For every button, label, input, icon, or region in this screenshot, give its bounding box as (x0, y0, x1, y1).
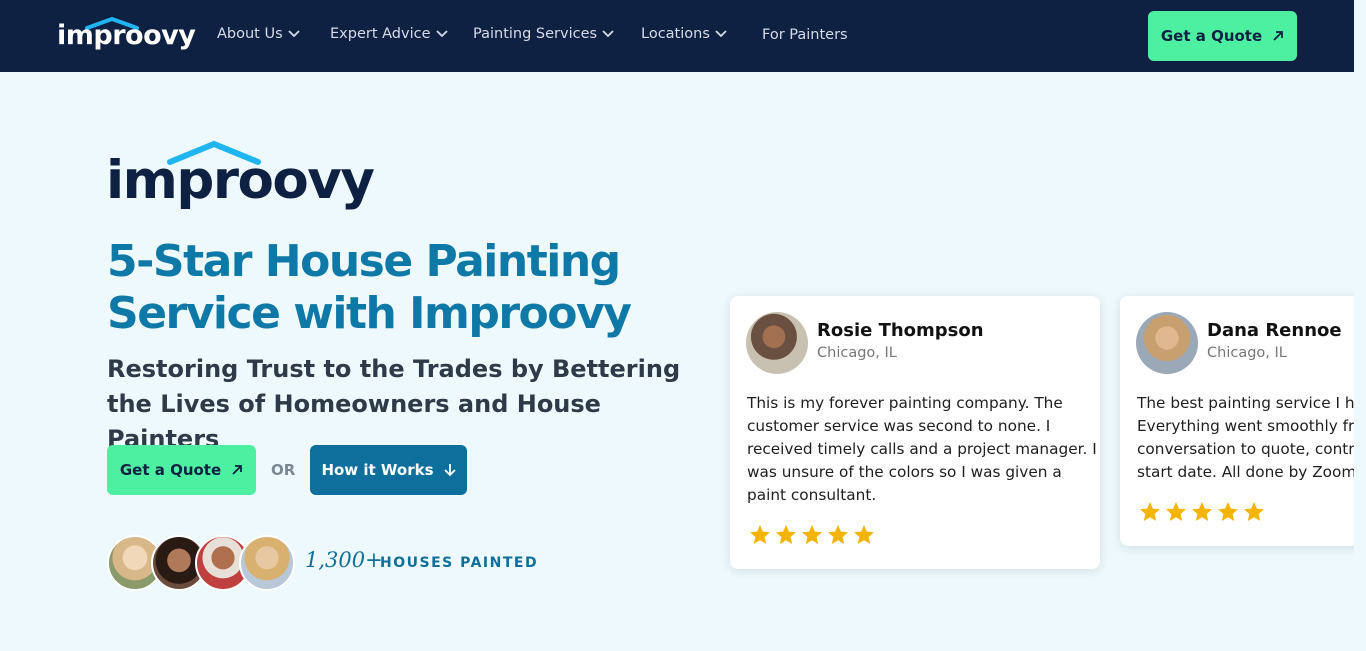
star-icon (1140, 502, 1160, 521)
nav-brand-text: improovy (57, 20, 196, 51)
star-icon (1218, 502, 1238, 521)
get-quote-label: Get a Quote (119, 461, 222, 479)
nav-item-label: Expert Advice (330, 26, 431, 42)
arrow-up-right-icon (1273, 31, 1284, 41)
houses-count: 1,300+ (305, 548, 383, 572)
nav-get-quote-label: Get a Quote (1160, 27, 1263, 45)
review-card: Rosie Thompson Chicago, IL This is my fo… (730, 296, 1100, 569)
scrollbar[interactable] (1354, 0, 1366, 651)
nav-item-about[interactable]: About Us (217, 26, 300, 42)
reviewer-photo (746, 312, 808, 374)
review-card: Dana Rennoe Chicago, IL The best paintin… (1120, 296, 1354, 546)
hero-subheadline: Restoring Trust to the Trades by Betteri… (107, 355, 681, 453)
or-separator: OR (271, 461, 296, 479)
star-icon (828, 525, 848, 544)
hero-brand-text: improovy (106, 150, 375, 211)
how-it-works-label: How it Works (321, 461, 434, 479)
star-icon (802, 525, 822, 544)
star-rating (1137, 500, 1267, 524)
how-it-works-button[interactable]: How it Works (310, 445, 467, 495)
chevron-down-icon (602, 30, 614, 38)
star-icon (1192, 502, 1212, 521)
arrow-down-icon (443, 464, 456, 477)
nav-logo[interactable]: improovy (57, 14, 196, 58)
nav-item-for-painters[interactable]: For Painters (762, 27, 848, 43)
star-icon (776, 525, 796, 544)
reviewer-name: Rosie Thompson (817, 320, 984, 341)
nav-item-painting-services[interactable]: Painting Services (473, 26, 614, 42)
nav-item-expert-advice[interactable]: Expert Advice (330, 26, 448, 42)
nav-item-label: Painting Services (473, 26, 598, 42)
star-icon (750, 525, 770, 544)
star-icon (1166, 502, 1186, 521)
chevron-down-icon (288, 30, 300, 38)
star-rating (747, 523, 877, 547)
review-text: The best painting service I ha Everythin… (1137, 394, 1354, 481)
nav-item-label: For Painters (762, 27, 848, 43)
review-card-clip: Dana Rennoe Chicago, IL The best paintin… (1100, 280, 1354, 580)
reviewer-photo (1136, 312, 1198, 374)
reviewer-location: Chicago, IL (817, 345, 897, 361)
avatar (239, 535, 295, 591)
nav-item-label: About Us (217, 26, 283, 42)
nav-item-label: Locations (641, 26, 710, 42)
arrow-up-right-icon (232, 465, 243, 475)
get-quote-button[interactable]: Get a Quote (107, 445, 256, 495)
reviewer-location: Chicago, IL (1207, 345, 1287, 361)
top-nav: improovy About Us Expert Advice Painting… (0, 0, 1354, 72)
houses-label: HOUSES PAINTED (380, 555, 539, 571)
star-icon (1244, 502, 1264, 521)
nav-get-quote-button[interactable]: Get a Quote (1148, 11, 1297, 61)
reviewer-name: Dana Rennoe (1207, 320, 1342, 341)
star-icon (854, 525, 874, 544)
chevron-down-icon (435, 30, 448, 38)
hero-headline: 5-Star House Painting Service with Impro… (107, 236, 632, 339)
chevron-down-icon (715, 30, 727, 38)
nav-item-locations[interactable]: Locations (641, 26, 727, 42)
review-text: This is my forever painting company. The… (747, 394, 1097, 504)
hero-logo: improovy (106, 140, 375, 220)
